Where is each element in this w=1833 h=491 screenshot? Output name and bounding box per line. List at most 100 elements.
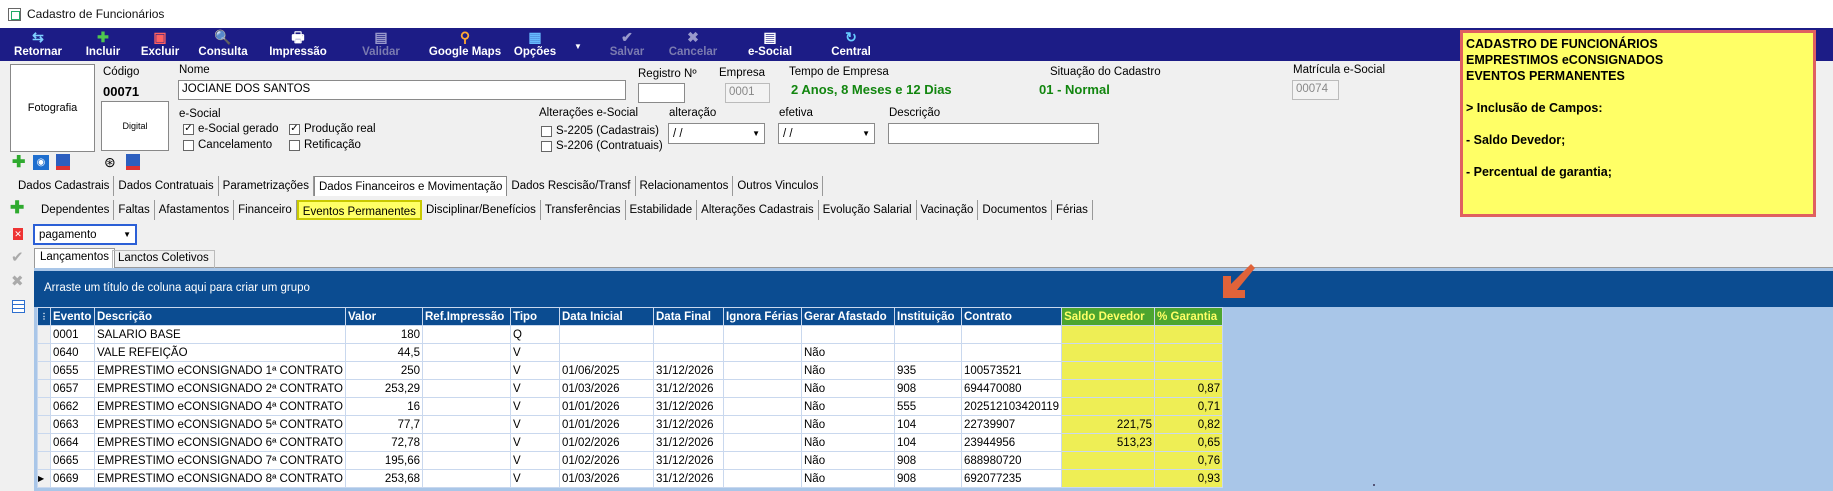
subtab-vacinação[interactable]: Vacinação	[917, 200, 979, 220]
grid-cell[interactable]	[1061, 325, 1156, 344]
grid-cell[interactable]: 908	[894, 469, 962, 488]
add-event-icon[interactable]: ✚	[10, 199, 24, 216]
subtab-disciplinar-benefícios[interactable]: Disciplinar/Benefícios	[422, 200, 541, 220]
grid-cell[interactable]	[1154, 361, 1224, 380]
esocial-gerado-checkbox[interactable]: ✓ e-Social gerado	[183, 123, 279, 135]
grid-cell[interactable]: V	[510, 379, 560, 398]
alteracao-date-select[interactable]: / / ▼	[668, 123, 765, 144]
table-row[interactable]: 0640 VALE REFEIÇÃO 44,5 V Não	[37, 343, 1224, 362]
grid-cell[interactable]: 0,82	[1154, 415, 1224, 434]
grid-cell[interactable]	[723, 433, 802, 452]
grid-cell[interactable]	[422, 361, 511, 380]
grid-cell[interactable]: 31/12/2026	[653, 433, 724, 452]
table-row[interactable]: 0001 SALARIO BASE 180 Q	[37, 325, 1224, 344]
consulta-button[interactable]: 🔍 Consulta	[193, 28, 253, 61]
chevron-down-icon[interactable]: ▼	[862, 129, 870, 138]
column-header-evento[interactable]: Evento	[50, 307, 95, 326]
row-indicator[interactable]	[37, 415, 51, 434]
table-row[interactable]: ▶ 0669 EMPRESTIMO eCONSIGNADO 8ª CONTRATO 2…	[37, 469, 1224, 488]
grid-cell[interactable]: EMPRESTIMO eCONSIGNADO 6ª CONTRATO	[94, 433, 346, 452]
grid-cell[interactable]: V	[510, 433, 560, 452]
subtab-documentos[interactable]: Documentos	[978, 200, 1052, 220]
s2205-checkbox[interactable]: S-2205 (Cadastrais)	[541, 125, 659, 137]
column-header-%-garantia[interactable]: % Garantia	[1154, 307, 1224, 326]
s2206-checkbox[interactable]: S-2206 (Contratuais)	[541, 140, 663, 152]
column-header-data-inicial[interactable]: Data Inicial	[559, 307, 654, 326]
opções-button[interactable]: ▦ Opções ▼	[512, 28, 582, 61]
column-header-tipo[interactable]: Tipo	[510, 307, 560, 326]
grid-cell[interactable]	[723, 451, 802, 470]
subtab-transfer-ncias[interactable]: Transferências	[541, 200, 626, 220]
registro-input[interactable]	[638, 83, 685, 103]
fingerprint-icon[interactable]: ⊛	[104, 155, 116, 169]
grid-cell[interactable]: 31/12/2026	[653, 451, 724, 470]
photo-box[interactable]: Fotografia	[10, 64, 95, 152]
column-header-ref-impressão[interactable]: Ref.Impressão	[422, 307, 511, 326]
grid-corner[interactable]: ⋮	[37, 307, 51, 326]
filter-select[interactable]: pagamento ▼	[33, 224, 137, 245]
grid-cell[interactable]	[723, 469, 802, 488]
grid-cell[interactable]: 16	[345, 397, 423, 416]
add-photo-icon[interactable]: ✚	[12, 155, 25, 171]
grid-cell[interactable]: 0640	[50, 343, 95, 362]
tab-parametrizações[interactable]: Parametrizações	[219, 176, 314, 196]
retornar-button[interactable]: ⇆ Retornar	[8, 28, 68, 61]
checkbox-box[interactable]: ✓	[183, 123, 194, 135]
central-button[interactable]: ↻ Central	[820, 28, 882, 61]
grid-cell[interactable]: EMPRESTIMO eCONSIGNADO 7ª CONTRATO	[94, 451, 346, 470]
grid-cell[interactable]: V	[510, 469, 560, 488]
grid-cell[interactable]: EMPRESTIMO eCONSIGNADO 1ª CONTRATO	[94, 361, 346, 380]
tab-dados-cadastrais[interactable]: Dados Cadastrais	[14, 176, 115, 196]
row-indicator[interactable]	[37, 397, 51, 416]
grid-cell[interactable]	[1061, 451, 1156, 470]
grid-cell[interactable]: 31/12/2026	[653, 397, 724, 416]
grid-cell[interactable]	[960, 343, 1063, 362]
delete-row-icon[interactable]: ✕	[13, 228, 23, 240]
grid-cell[interactable]: 221,75	[1061, 415, 1156, 434]
descricao-input[interactable]	[888, 123, 1099, 144]
incluir-button[interactable]: ✚ Incluir	[80, 28, 126, 61]
grid-cell[interactable]: 0,87	[1154, 379, 1224, 398]
grid-cell[interactable]	[653, 343, 724, 362]
impressão-button[interactable]: 🖶 Impressão	[262, 28, 334, 61]
column-header-valor[interactable]: Valor	[345, 307, 423, 326]
grid-cell[interactable]	[422, 469, 511, 488]
row-indicator[interactable]	[37, 325, 51, 344]
grid-cell[interactable]: EMPRESTIMO eCONSIGNADO 4ª CONTRATO	[94, 397, 346, 416]
grid-cell[interactable]: 31/12/2026	[653, 379, 724, 398]
column-header-data-final[interactable]: Data Final	[653, 307, 724, 326]
grid-cell[interactable]	[723, 361, 802, 380]
column-header-contrato[interactable]: Contrato	[960, 307, 1063, 326]
excluir-button[interactable]: ▣ Excluir	[136, 28, 184, 61]
grid-cell[interactable]: 935	[894, 361, 962, 380]
subtab-estabilidade[interactable]: Estabilidade	[626, 200, 698, 220]
grid-cell[interactable]: 908	[894, 451, 962, 470]
grid-cell[interactable]: 0665	[50, 451, 95, 470]
grid-cell[interactable]: Não	[801, 469, 895, 488]
chevron-down-icon[interactable]: ▼	[752, 129, 760, 138]
column-header-descrição[interactable]: Descrição	[94, 307, 346, 326]
grid-cell[interactable]	[1061, 379, 1156, 398]
subtab-afastamentos[interactable]: Afastamentos	[155, 200, 235, 220]
grid-cell[interactable]	[422, 397, 511, 416]
grid-cell[interactable]: V	[510, 397, 560, 416]
grid-cell[interactable]: 0,93	[1154, 469, 1224, 488]
table-row[interactable]: 0664 EMPRESTIMO eCONSIGNADO 6ª CONTRATO 72…	[37, 433, 1224, 452]
grid-cell[interactable]: 0664	[50, 433, 95, 452]
grid-cell[interactable]: 0001	[50, 325, 95, 344]
grid-cell[interactable]: 202512103420119	[960, 397, 1063, 416]
cancelamento-checkbox[interactable]: Cancelamento	[183, 139, 272, 151]
row-indicator[interactable]	[37, 379, 51, 398]
row-indicator[interactable]	[37, 433, 51, 452]
tab-lanctos-coletivos[interactable]: Lanctos Coletivos	[112, 250, 215, 268]
tab-relacionamentos[interactable]: Relacionamentos	[636, 176, 734, 196]
grid-cell[interactable]: 31/12/2026	[653, 469, 724, 488]
row-indicator[interactable]	[37, 343, 51, 362]
chevron-down-icon[interactable]: ▼	[123, 230, 131, 239]
grid-cell[interactable]: 0669	[50, 469, 95, 488]
grid-cell[interactable]: V	[510, 415, 560, 434]
checkbox-box[interactable]	[541, 125, 552, 137]
grid-cell[interactable]	[894, 343, 962, 362]
column-header-gerar-afastado[interactable]: Gerar Afastado	[801, 307, 895, 326]
grid-cell[interactable]: SALARIO BASE	[94, 325, 346, 344]
